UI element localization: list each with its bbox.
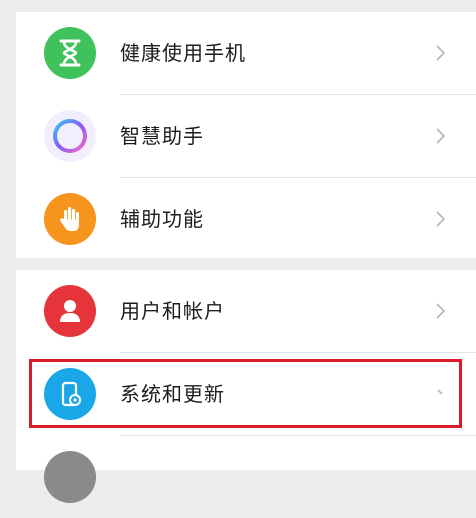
chevron-right-icon — [436, 211, 446, 227]
highlight-box — [29, 359, 462, 428]
settings-item-label: 用户和帐户 — [120, 299, 225, 323]
settings-item-users-accounts[interactable]: 用户和帐户 — [16, 270, 476, 352]
gray-icon — [44, 451, 96, 503]
settings-item-label: 辅助功能 — [120, 207, 204, 231]
chevron-right-icon — [436, 128, 446, 144]
settings-item-label: 智慧助手 — [120, 124, 204, 148]
settings-item-smart-assistant[interactable]: 智慧助手 — [16, 95, 476, 177]
chevron-right-icon — [436, 303, 446, 319]
chevron-right-icon — [436, 45, 446, 61]
settings-item-label: 健康使用手机 — [120, 41, 246, 65]
settings-item-accessibility[interactable]: 辅助功能 — [16, 178, 476, 260]
hand-icon — [44, 193, 96, 245]
user-icon — [44, 285, 96, 337]
settings-item-digital-balance[interactable]: 健康使用手机 — [16, 12, 476, 94]
hourglass-icon — [44, 27, 96, 79]
settings-item-partial[interactable] — [16, 436, 476, 518]
settings-group-1: 健康使用手机 智慧助手 辅助功能 — [16, 12, 476, 258]
assistant-ring-icon — [44, 110, 96, 162]
